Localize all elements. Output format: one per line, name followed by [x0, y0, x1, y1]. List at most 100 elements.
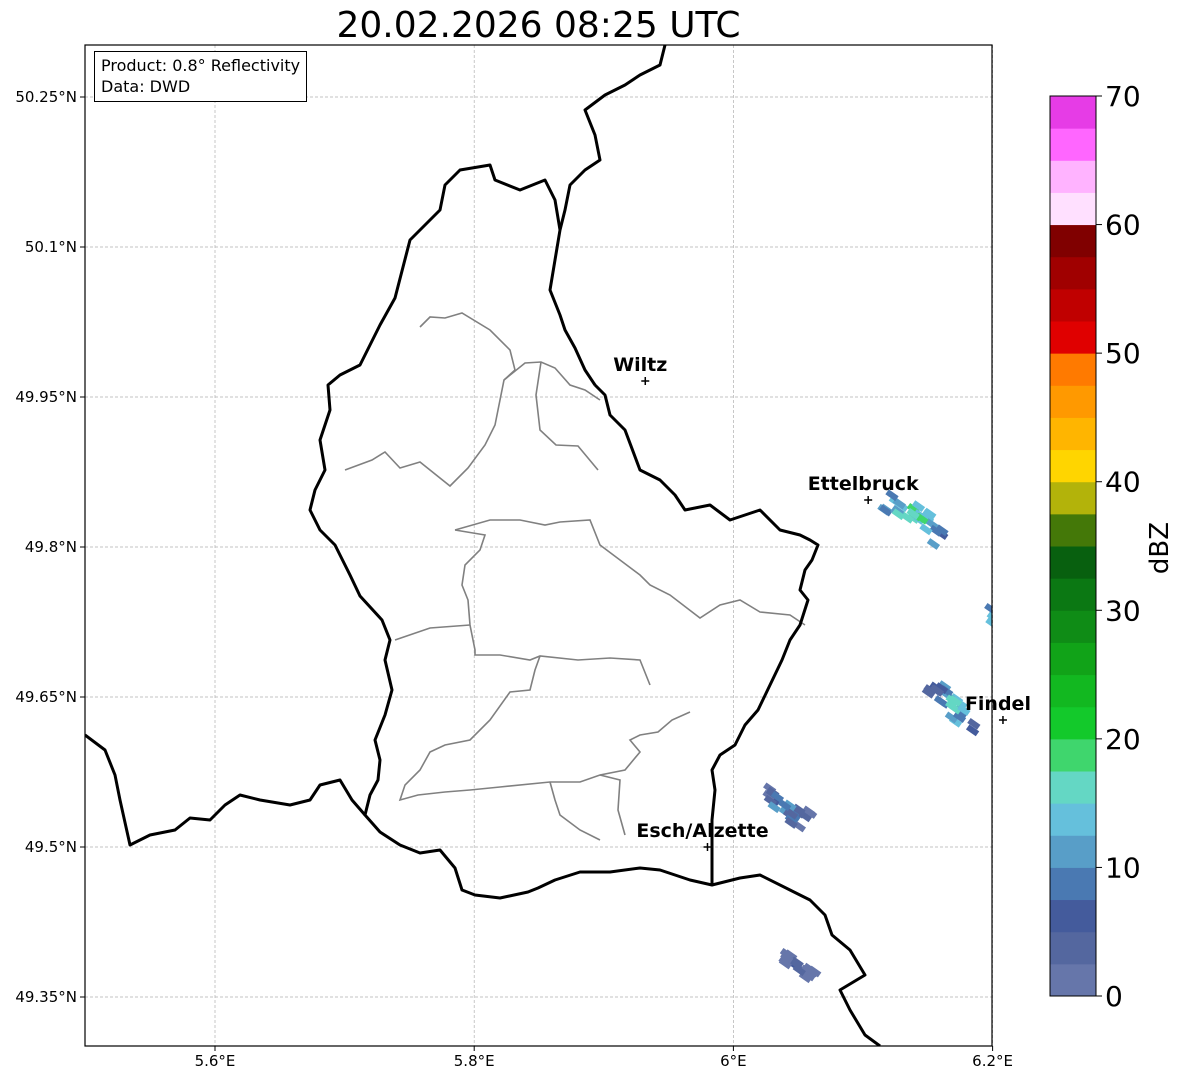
colorbar-segment: [1050, 706, 1096, 740]
colorbar-segment: [1050, 867, 1096, 901]
colorbar-segment: [1050, 803, 1096, 836]
echo-pixel: [1029, 942, 1042, 954]
echo-pixel: [1158, 804, 1171, 816]
echo-pixel: [1145, 799, 1158, 811]
echo-pixel: [1027, 647, 1040, 659]
echo-pixel: [1143, 800, 1156, 812]
echo-pixel: [1159, 823, 1172, 835]
echo-pixel: [1147, 814, 1160, 826]
echo-pixel: [1034, 634, 1047, 646]
echo-pixel: [1024, 481, 1037, 493]
colorbar-segment: [1050, 385, 1096, 418]
lat-tick-label: 49.8°N: [25, 538, 77, 556]
echo-pixel: [1155, 745, 1168, 757]
echo-pixel: [1147, 731, 1160, 743]
echo-pixel: [1008, 476, 1021, 488]
echo-pixel: [1169, 822, 1182, 834]
colorbar-segment: [1050, 288, 1096, 322]
lon-tick-label: 5.8°E: [454, 1052, 495, 1070]
echo-pixel: [1033, 953, 1046, 965]
lat-tick-label: 49.95°N: [15, 388, 77, 406]
echo-pixel: [1032, 499, 1045, 511]
echo-pixel: [994, 596, 1007, 608]
echo-pixel: [1034, 488, 1047, 500]
echo-pixel: [1025, 638, 1038, 650]
echo-pixel: [1167, 815, 1180, 827]
echo-pixel: [1020, 641, 1033, 653]
colorbar-tick-label: 20: [1105, 723, 1141, 756]
echo-pixel: [1036, 494, 1049, 506]
lat-tick-label: 49.35°N: [15, 988, 77, 1006]
colorbar-segment: [1050, 963, 1096, 997]
echo-pixel: [995, 626, 1008, 638]
city-label: Wiltz: [613, 354, 667, 376]
colorbar-segment: [1050, 481, 1096, 515]
echo-pixel: [1157, 731, 1170, 743]
echo-pixel: [1139, 803, 1152, 815]
echo-pixel: [1016, 614, 1029, 626]
echo-pixel: [1028, 484, 1041, 496]
echo-pixel: [1174, 820, 1184, 832]
echo-pixel: [1010, 603, 1023, 615]
echo-pixel: [1037, 642, 1050, 654]
colorbar-segment: [1050, 353, 1096, 386]
colorbar-segment: [1050, 899, 1096, 933]
lon-tick-label: 6°E: [720, 1052, 747, 1070]
echo-pixel: [1147, 797, 1160, 809]
echo-pixel: [1029, 945, 1042, 957]
colorbar-segment: [1050, 642, 1096, 676]
echo-pixel: [1034, 505, 1047, 517]
echo-pixel: [1020, 623, 1033, 635]
colorbar-label: dBZ: [1145, 521, 1175, 575]
colorbar-segment: [1050, 674, 1096, 708]
echo-pixel: [1023, 616, 1036, 628]
colorbar-segment: [1050, 128, 1096, 161]
colorbar-segment: [1050, 835, 1096, 868]
colorbar-tick-label: 60: [1105, 209, 1141, 242]
echo-pixel: [1153, 801, 1166, 813]
colorbar-segment: [1050, 449, 1096, 483]
echo-pixel: [1018, 627, 1031, 639]
echo-pixel: [1036, 495, 1049, 507]
product-text: Product: 0.8° Reflectivity: [101, 56, 301, 75]
echo-pixel: [1005, 600, 1018, 612]
lat-tick-label: 49.65°N: [15, 688, 77, 706]
colorbar-segment: [1050, 578, 1096, 611]
echo-pixel: [1156, 731, 1169, 743]
echo-pixel: [1010, 480, 1023, 492]
plot-background: [85, 45, 992, 1046]
echo-pixel: [1007, 609, 1020, 621]
lat-tick-label: 50.1°N: [25, 238, 77, 256]
colorbar-segment: [1050, 771, 1096, 804]
colorbar-segment: [1050, 256, 1096, 290]
product-info-box: Product: 0.8° Reflectivity Data: DWD: [94, 51, 308, 102]
city-label: Ettelbruck: [808, 473, 919, 495]
colorbar-segment: [1050, 160, 1096, 193]
colorbar-tick-label: 40: [1105, 466, 1141, 499]
echo-pixel: [1010, 485, 1023, 497]
echo-pixel: [1015, 476, 1028, 488]
colorbar-segment: [1050, 931, 1096, 965]
echo-pixel: [1025, 632, 1038, 644]
echo-pixel: [1163, 821, 1176, 833]
echo-cell: [1135, 795, 1184, 843]
echo-pixel: [1158, 817, 1171, 829]
data-source-text: Data: DWD: [101, 77, 191, 96]
echo-pixel: [1027, 630, 1040, 642]
colorbar: 0 10 20 30 40 50 60 70: [1049, 80, 1141, 1013]
lon-tick-label: 5.6°E: [195, 1052, 236, 1070]
echo-pixel: [1142, 730, 1155, 742]
lat-tick-label: 50.25°N: [15, 88, 77, 106]
colorbar-segment: [1050, 192, 1096, 226]
colorbar-segment: [1050, 513, 1096, 547]
colorbar-segment: [1050, 321, 1096, 354]
colorbar-segment: [1050, 738, 1096, 772]
lon-tick-label: 6.2°E: [972, 1052, 1013, 1070]
echo-pixel: [1001, 609, 1014, 621]
echo-pixel: [1157, 750, 1170, 762]
echo-pixel: [992, 603, 1005, 615]
echo-pixel: [1025, 946, 1038, 958]
echo-pixel: [1139, 802, 1152, 814]
echo-pixel: [1033, 646, 1046, 658]
colorbar-segment: [1050, 96, 1096, 129]
